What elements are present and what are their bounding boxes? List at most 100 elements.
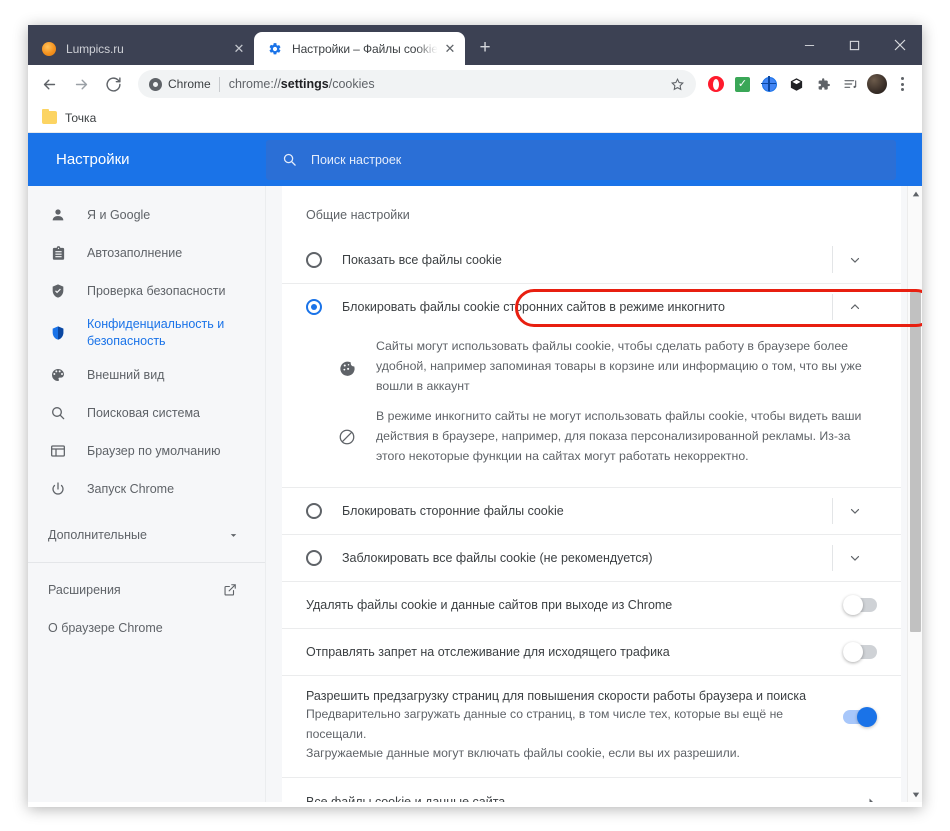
omnibox-url: chrome://settings/cookies bbox=[229, 77, 375, 91]
chevron-down-icon[interactable] bbox=[833, 504, 877, 518]
blocked-circle-icon bbox=[336, 428, 358, 446]
close-icon[interactable]: ✕ bbox=[439, 38, 461, 60]
chevron-right-icon[interactable] bbox=[853, 796, 877, 802]
radio-button[interactable] bbox=[306, 251, 322, 268]
cookie-option-show-all[interactable]: Показать все файлы cookie bbox=[282, 236, 901, 283]
sidebar-item-startup[interactable]: Запуск Chrome bbox=[28, 470, 265, 508]
media-list-icon[interactable] bbox=[837, 70, 864, 98]
chevron-down-icon[interactable] bbox=[833, 551, 877, 565]
sidebar-item-autofill[interactable]: Автозаполнение bbox=[28, 234, 265, 272]
profile-avatar[interactable] bbox=[867, 74, 887, 94]
close-icon[interactable] bbox=[877, 25, 922, 65]
close-icon[interactable]: ✕ bbox=[228, 38, 250, 60]
opera-extension-icon[interactable] bbox=[702, 70, 729, 98]
scroll-down-arrow-icon[interactable] bbox=[908, 787, 922, 802]
cookies-settings-card: Общие настройки Показать все файлы cooki… bbox=[282, 186, 901, 802]
sidebar-item-label: Браузер по умолчанию bbox=[87, 443, 221, 458]
sidebar-item-about-chrome[interactable]: О браузере Chrome bbox=[28, 609, 265, 647]
chrome-logo-icon bbox=[149, 77, 162, 91]
blue-globe-extension-icon[interactable] bbox=[756, 70, 783, 98]
sidebar-item-label: Запуск Chrome bbox=[87, 481, 175, 496]
chevron-down-icon[interactable] bbox=[833, 253, 877, 267]
toggle-row-do-not-track[interactable]: Отправлять запрет на отслеживание для ис… bbox=[282, 628, 901, 675]
sidebar-item-label: Проверка безопасности bbox=[87, 283, 226, 298]
sidebar-item-privacy-and-security[interactable]: Конфиденциальность и безопасность bbox=[28, 310, 265, 356]
sidebar-item-label: Поисковая система bbox=[87, 405, 200, 420]
settings-header: Настройки Поиск настроек bbox=[28, 133, 922, 186]
toggle-switch[interactable] bbox=[843, 707, 877, 728]
sidebar-item-extensions[interactable]: Расширения bbox=[28, 571, 265, 609]
toggle-label: Удалять файлы cookie и данные сайтов при… bbox=[306, 598, 673, 613]
scroll-up-arrow-icon[interactable] bbox=[908, 186, 922, 201]
preload-label: Разрешить предзагрузку страниц для повыш… bbox=[306, 689, 807, 704]
sidebar-item-safety-check[interactable]: Проверка безопасности bbox=[28, 272, 265, 310]
tab-settings[interactable]: Настройки – Файлы cookie и др ✕ bbox=[254, 32, 465, 65]
cookie-option-block-third-party-incognito[interactable]: Блокировать файлы cookie сторонних сайто… bbox=[282, 283, 901, 330]
search-settings-box[interactable]: Поиск настроек bbox=[266, 139, 896, 180]
toggle-row-preload-pages[interactable]: Разрешить предзагрузку страниц для повыш… bbox=[282, 675, 901, 777]
shield-blue-icon bbox=[48, 325, 68, 341]
cookie-option-block-all[interactable]: Заблокировать все файлы cookie (не реком… bbox=[282, 534, 901, 581]
bookmark-star-icon[interactable] bbox=[664, 71, 690, 97]
search-input[interactable]: Поиск настроек bbox=[311, 153, 401, 167]
url-prefix: chrome:// bbox=[228, 77, 281, 91]
sidebar-item-label: О браузере Chrome bbox=[48, 621, 163, 635]
sidebar-item-appearance[interactable]: Внешний вид bbox=[28, 356, 265, 394]
sidebar-item-label: Расширения bbox=[48, 583, 121, 597]
sidebar-item-label: Автозаполнение bbox=[87, 245, 183, 260]
browser-window: Lumpics.ru ✕ Настройки – Файлы cookie и … bbox=[28, 25, 922, 807]
extension-icons: ✓ bbox=[702, 70, 864, 98]
search-icon bbox=[48, 405, 68, 421]
window-controls bbox=[787, 25, 922, 65]
cookie-icon bbox=[336, 358, 358, 376]
toggle-switch[interactable] bbox=[843, 595, 877, 616]
row-all-cookies-and-site-data[interactable]: Все файлы cookie и данные сайта bbox=[282, 776, 901, 802]
omnibox-scheme-label: Chrome bbox=[168, 77, 211, 91]
address-bar[interactable]: Chrome chrome://settings/cookies bbox=[138, 70, 696, 98]
sidebar-item-search-engine[interactable]: Поисковая система bbox=[28, 394, 265, 432]
radio-button[interactable] bbox=[306, 503, 322, 520]
green-check-extension-icon[interactable]: ✓ bbox=[729, 70, 756, 98]
toggle-label: Отправлять запрет на отслеживание для ис… bbox=[306, 645, 670, 660]
search-icon bbox=[280, 151, 298, 169]
preload-text-block: Разрешить предзагрузку страниц для повыш… bbox=[306, 689, 843, 764]
tab-title: Lumpics.ru bbox=[66, 41, 124, 56]
minimize-icon[interactable] bbox=[787, 25, 832, 65]
black-box-extension-icon[interactable] bbox=[783, 70, 810, 98]
radio-button[interactable] bbox=[306, 550, 322, 567]
kebab-menu-icon[interactable] bbox=[890, 71, 914, 97]
row-label: Все файлы cookie и данные сайта bbox=[306, 795, 853, 802]
chevron-down-icon bbox=[228, 530, 239, 541]
forward-arrow-icon[interactable] bbox=[66, 69, 96, 99]
shield-check-icon bbox=[48, 283, 68, 299]
puzzle-extensions-icon[interactable] bbox=[810, 70, 837, 98]
new-tab-button[interactable]: + bbox=[471, 34, 499, 62]
orange-circle-favicon bbox=[41, 41, 57, 57]
reload-icon[interactable] bbox=[98, 69, 128, 99]
option-label: Блокировать сторонние файлы cookie bbox=[342, 504, 564, 519]
radio-button[interactable] bbox=[306, 299, 322, 315]
scrollbar-thumb[interactable] bbox=[910, 292, 921, 632]
preload-sub-line-2: Загружаемые данные могут включать файлы … bbox=[306, 746, 740, 761]
sidebar-item-label: Внешний вид bbox=[87, 367, 165, 382]
maximize-icon[interactable] bbox=[832, 25, 877, 65]
clipboard-icon bbox=[48, 245, 68, 261]
chevron-up-icon[interactable] bbox=[833, 300, 877, 314]
sidebar-item-you-and-google[interactable]: Я и Google bbox=[28, 196, 265, 234]
sidebar-item-advanced[interactable]: Дополнительные bbox=[28, 514, 265, 556]
bookmark-label: Точка bbox=[65, 110, 97, 125]
section-heading: Общие настройки bbox=[306, 208, 410, 222]
bookmark-item[interactable]: Точка bbox=[39, 108, 104, 128]
description-text: В режиме инкогнито сайты не могут исполь… bbox=[376, 408, 862, 463]
toggle-row-clear-cookies-on-exit[interactable]: Удалять файлы cookie и данные сайтов при… bbox=[282, 581, 901, 628]
tab-lumpics[interactable]: Lumpics.ru ✕ bbox=[28, 32, 254, 65]
cookie-option-block-third-party[interactable]: Блокировать сторонние файлы cookie bbox=[282, 487, 901, 534]
tab-strip: Lumpics.ru ✕ Настройки – Файлы cookie и … bbox=[28, 25, 922, 65]
open-in-new-icon bbox=[223, 583, 237, 597]
toggle-switch[interactable] bbox=[843, 642, 877, 663]
url-suffix: /cookies bbox=[328, 77, 375, 91]
site-identity-chip[interactable]: Chrome bbox=[149, 77, 219, 91]
back-arrow-icon[interactable] bbox=[34, 69, 64, 99]
scrollbar[interactable] bbox=[907, 186, 922, 802]
sidebar-item-default-browser[interactable]: Браузер по умолчанию bbox=[28, 432, 265, 470]
